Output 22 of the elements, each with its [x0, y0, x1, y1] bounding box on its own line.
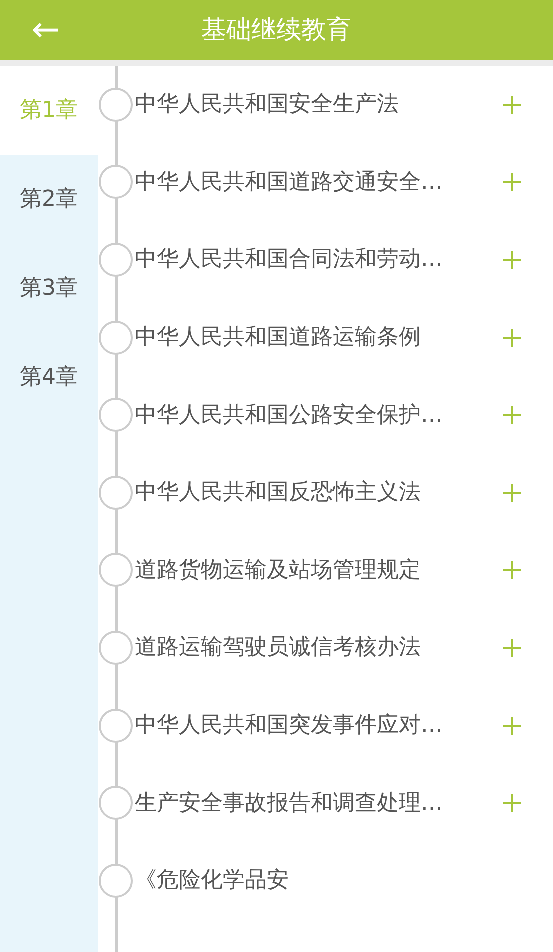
plus-icon[interactable] — [502, 560, 522, 580]
plus-icon[interactable] — [502, 172, 522, 192]
plus-icon[interactable] — [502, 250, 522, 270]
plus-icon[interactable] — [502, 716, 522, 736]
plus-icon[interactable] — [502, 328, 522, 348]
plus-icon[interactable] — [502, 793, 522, 814]
section-title[interactable]: 中华人民共和国反恐怖主义法 — [135, 476, 421, 510]
window-title: 基础继续教育 — [202, 14, 352, 46]
plus-icon[interactable] — [502, 638, 522, 658]
section-title[interactable]: 生产安全事故报告和调查处理… — [135, 786, 443, 820]
section-title[interactable]: 中华人民共和国道路运输条例 — [135, 321, 421, 354]
section-title[interactable]: 道路货物运输及站场管理规定 — [135, 554, 421, 587]
section-title[interactable]: 中华人民共和国突发事件应对… — [135, 709, 443, 742]
section-title[interactable]: 道路运输驾驶员诚信考核办法 — [135, 631, 421, 664]
section-title[interactable]: 中华人民共和国公路安全保护… — [135, 398, 443, 432]
plus-icon[interactable] — [502, 94, 522, 115]
plus-icon[interactable] — [502, 405, 522, 426]
plus-icon[interactable] — [502, 482, 522, 503]
section-title[interactable]: 中华人民共和国安全生产法 — [135, 88, 399, 122]
section-title[interactable]: 中华人民共和国道路交通安全… — [135, 166, 443, 199]
section-title[interactable]: 中华人民共和国合同法和劳动… — [135, 243, 443, 276]
section-title[interactable]: 《危险化学品安 — [135, 864, 289, 898]
